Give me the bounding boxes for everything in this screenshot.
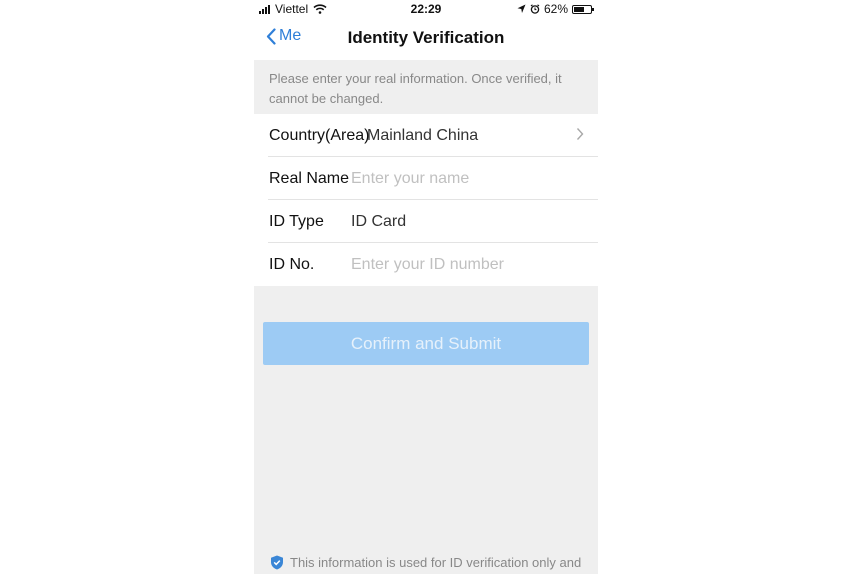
real-name-input[interactable] <box>351 169 581 188</box>
footer-note: This information is used for ID verifica… <box>270 555 581 570</box>
id-type-label: ID Type <box>269 212 324 230</box>
status-right: 62% <box>517 2 594 16</box>
id-number-row: ID No. <box>254 243 598 286</box>
country-row[interactable]: Country(Area) Mainland China <box>254 114 598 157</box>
shield-icon <box>271 555 283 570</box>
location-icon <box>517 4 526 13</box>
page-title: Identity Verification <box>347 28 505 47</box>
footer-text: This information is used for ID verifica… <box>290 555 582 570</box>
id-number-input[interactable] <box>351 255 581 274</box>
country-label: Country(Area) <box>269 126 370 144</box>
id-type-value: ID Card <box>351 212 407 230</box>
country-value: Mainland China <box>367 126 479 144</box>
info-notice: Please enter your real information. Once… <box>254 60 598 114</box>
phone-screen: Viettel 22:29 62% Me Identity Verificati… <box>254 0 598 574</box>
id-number-label: ID No. <box>269 255 315 273</box>
confirm-submit-button[interactable]: Confirm and Submit <box>263 322 589 365</box>
id-type-row[interactable]: ID Type ID Card <box>254 200 598 243</box>
battery-percent: 62% <box>543 2 568 16</box>
verification-form: Country(Area) Mainland China Real Name I… <box>254 114 598 286</box>
status-bar: Viettel 22:29 62% <box>254 0 598 18</box>
chevron-right-icon <box>576 128 584 140</box>
battery-icon <box>572 4 594 14</box>
real-name-label: Real Name <box>269 169 350 187</box>
alarm-icon <box>530 4 540 14</box>
navigation-bar: Me Identity Verification <box>254 18 598 60</box>
real-name-row: Real Name <box>254 157 598 200</box>
